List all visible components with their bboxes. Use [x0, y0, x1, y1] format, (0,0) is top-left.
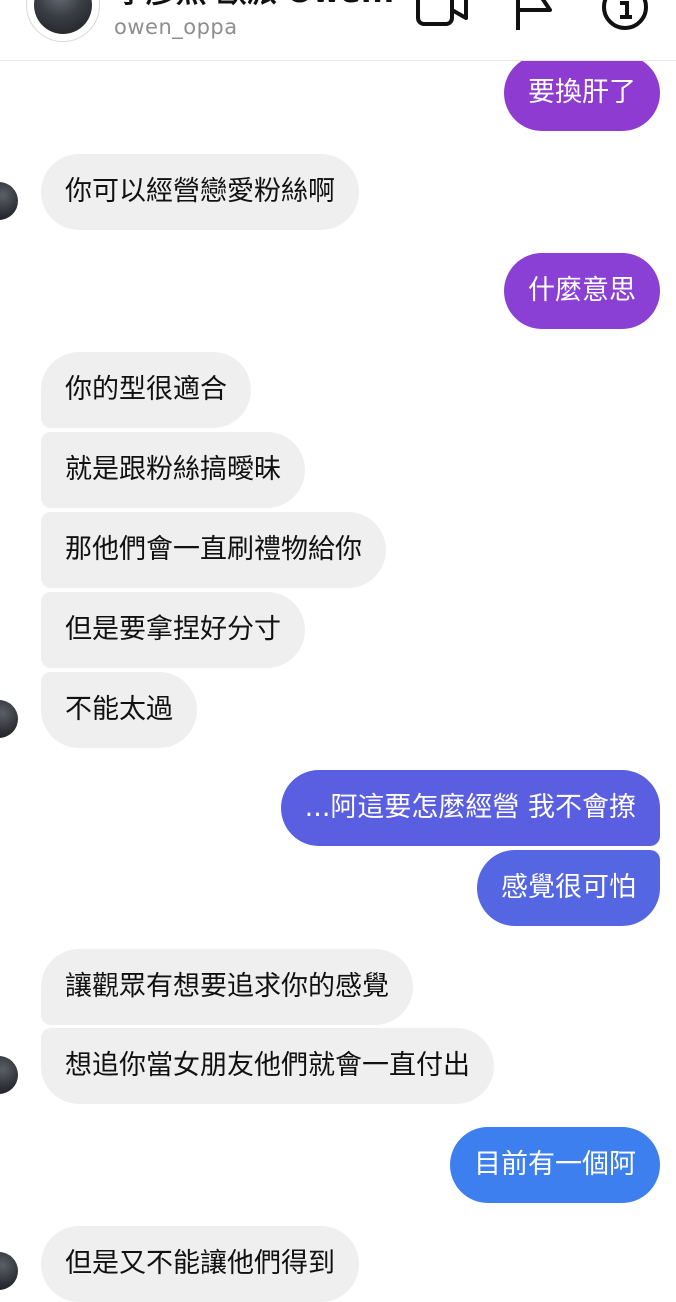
contact-name[interactable]: 李彥熙 歐派 Owe... — [116, 0, 396, 10]
received-message[interactable]: 就是跟粉絲搞曖昧 — [41, 432, 305, 508]
contact-avatar[interactable] — [0, 1056, 18, 1094]
sent-message[interactable]: ...阿這要怎麼經營 我不會撩 — [280, 770, 660, 846]
flag-icon[interactable] — [512, 0, 556, 32]
received-message[interactable]: 你可以經營戀愛粉絲啊 — [41, 154, 359, 230]
contact-avatar[interactable] — [0, 182, 18, 220]
info-icon[interactable] — [600, 0, 650, 32]
received-message[interactable]: 讓觀眾有想要追求你的感覺 — [41, 949, 413, 1025]
received-message[interactable]: 那他們會一直刷禮物給你 — [41, 512, 386, 588]
sent-message[interactable]: 感覺很可怕 — [477, 850, 660, 926]
sent-message[interactable]: 要換肝了 — [504, 55, 660, 131]
profile-avatar[interactable] — [26, 0, 100, 42]
video-call-icon[interactable] — [414, 0, 470, 30]
contact-avatar[interactable] — [0, 700, 18, 738]
contact-avatar[interactable] — [0, 1252, 18, 1290]
chat-header: 李彥熙 歐派 Owe... owen_oppa — [0, 0, 676, 61]
sent-message[interactable]: 什麼意思 — [504, 253, 660, 329]
sent-message[interactable]: 目前有一個阿 — [450, 1127, 660, 1203]
received-message[interactable]: 不能太過 — [41, 672, 197, 748]
received-message[interactable]: 但是要拿捏好分寸 — [41, 592, 305, 668]
received-message[interactable]: 想追你當女朋友他們就會一直付出 — [41, 1028, 494, 1104]
received-message[interactable]: 你的型很適合 — [41, 352, 251, 428]
contact-username[interactable]: owen_oppa — [114, 15, 238, 39]
received-message[interactable]: 但是又不能讓他們得到 — [41, 1226, 359, 1302]
